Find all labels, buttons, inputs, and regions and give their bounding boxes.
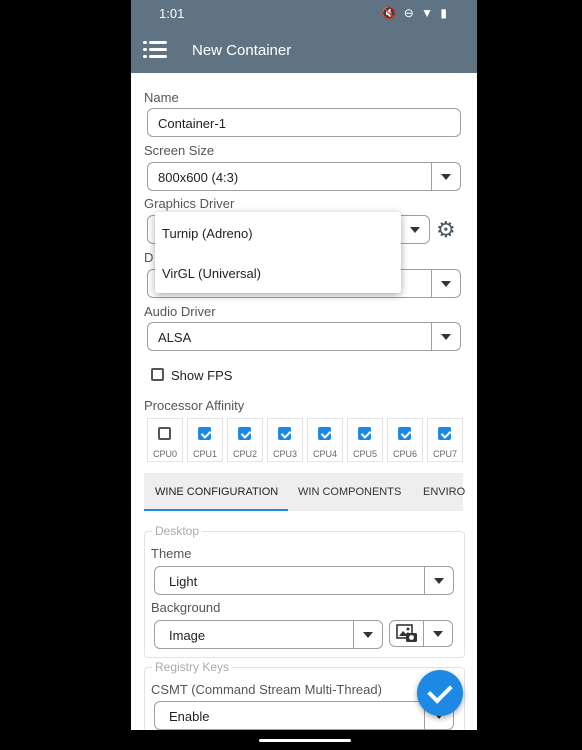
audio-driver-select[interactable]: ALSA: [147, 322, 461, 351]
csmt-value: Enable: [169, 709, 210, 724]
cpu-label: CPU1: [192, 449, 217, 459]
cpu-label: CPU5: [352, 449, 377, 459]
csmt-label: CSMT (Command Stream Multi-Thread): [151, 682, 382, 697]
cpu-label: CPU2: [232, 449, 257, 459]
audio-driver-value: ALSA: [158, 330, 192, 345]
cpu-label: CPU3: [272, 449, 297, 459]
name-label: Name: [144, 90, 179, 105]
image-camera-icon: [396, 624, 417, 642]
dropdown-option-virgl[interactable]: VirGL (Universal): [162, 266, 261, 281]
dx-wrapper-label: D: [144, 250, 154, 265]
tab-win-components[interactable]: WIN COMPONENTS: [298, 486, 401, 498]
status-icons: 🔇 ⊖ ▼ ▮: [381, 6, 449, 20]
gear-icon[interactable]: ⚙: [436, 217, 456, 243]
screen-size-value: 800x600 (4:3): [158, 170, 239, 185]
chevron-down-icon: [431, 270, 460, 297]
cpu-checkbox[interactable]: [398, 427, 411, 440]
active-tab-indicator: [144, 509, 288, 511]
chevron-down-icon: [353, 621, 382, 648]
cpu-affinity-item[interactable]: CPU7: [427, 418, 463, 462]
cpu-checkbox[interactable]: [358, 427, 371, 440]
theme-value: Light: [169, 574, 198, 589]
screen-size-label: Screen Size: [144, 143, 215, 158]
cpu-label: CPU7: [432, 449, 457, 459]
cpu-affinity-item[interactable]: CPU0: [147, 418, 183, 462]
show-fps-checkbox[interactable]: [151, 368, 164, 381]
cpu-label: CPU6: [392, 449, 417, 459]
background-value: Image: [169, 628, 206, 643]
audio-driver-label: Audio Driver: [144, 304, 216, 319]
tab-bar: WINE CONFIGURATION WIN COMPONENTS ENVIRO: [144, 473, 465, 511]
tab-wine-configuration[interactable]: WINE CONFIGURATION: [155, 486, 278, 498]
status-time: 1:01: [159, 6, 185, 21]
tab-environment[interactable]: ENVIRO: [423, 486, 465, 498]
desktop-group-label: Desktop: [152, 524, 203, 538]
processor-affinity-label: Processor Affinity: [144, 398, 245, 413]
cpu-affinity-item[interactable]: CPU5: [347, 418, 383, 462]
chevron-down-icon: [431, 323, 460, 350]
cpu-affinity-item[interactable]: CPU3: [267, 418, 303, 462]
cpu-label: CPU0: [152, 449, 177, 459]
menu-icon[interactable]: [143, 40, 167, 60]
show-fps-label: Show FPS: [171, 368, 233, 383]
graphics-driver-label: Graphics Driver: [144, 196, 235, 211]
theme-label: Theme: [151, 546, 192, 561]
cpu-label: CPU4: [312, 449, 337, 459]
graphics-driver-dropdown: Turnip (Adreno) VirGL (Universal): [155, 212, 401, 293]
cpu-checkbox[interactable]: [318, 427, 331, 440]
chevron-down-icon: [431, 163, 460, 190]
form-content: Name Container-1 Screen Size 800x600 (4:…: [131, 73, 477, 739]
registry-group-label: Registry Keys: [152, 660, 233, 674]
background-select[interactable]: Image: [154, 620, 383, 649]
cpu-checkbox[interactable]: [238, 427, 251, 440]
background-image-picker[interactable]: [389, 620, 453, 647]
cpu-checkbox[interactable]: [438, 427, 451, 440]
chevron-down-icon: [423, 621, 452, 646]
app-bar: New Container: [131, 27, 477, 73]
cpu-checkbox[interactable]: [158, 427, 171, 440]
screen-size-select[interactable]: 800x600 (4:3): [147, 162, 461, 191]
theme-select[interactable]: Light: [154, 566, 454, 595]
gesture-nav-bar: [131, 730, 477, 750]
page-title: New Container: [192, 42, 292, 59]
status-bar: 1:01 🔇 ⊖ ▼ ▮: [131, 0, 477, 27]
csmt-select[interactable]: Enable: [154, 701, 454, 730]
chevron-down-icon: [400, 216, 429, 243]
name-value: Container-1: [158, 116, 226, 131]
home-gesture-handle[interactable]: [259, 739, 351, 742]
cpu-affinity-item[interactable]: CPU1: [187, 418, 223, 462]
cpu-checkbox[interactable]: [198, 427, 211, 440]
phone-screen: 1:01 🔇 ⊖ ▼ ▮ New Container Name Containe…: [131, 0, 477, 750]
cpu-checkbox[interactable]: [278, 427, 291, 440]
cpu-affinity-item[interactable]: CPU4: [307, 418, 343, 462]
confirm-fab-button[interactable]: [417, 670, 463, 716]
chevron-down-icon: [424, 567, 453, 594]
name-field[interactable]: Container-1: [147, 108, 461, 137]
cpu-affinity-item[interactable]: CPU2: [227, 418, 263, 462]
cpu-affinity-item[interactable]: CPU6: [387, 418, 423, 462]
dropdown-option-turnip[interactable]: Turnip (Adreno): [162, 226, 253, 241]
background-label: Background: [151, 600, 221, 615]
